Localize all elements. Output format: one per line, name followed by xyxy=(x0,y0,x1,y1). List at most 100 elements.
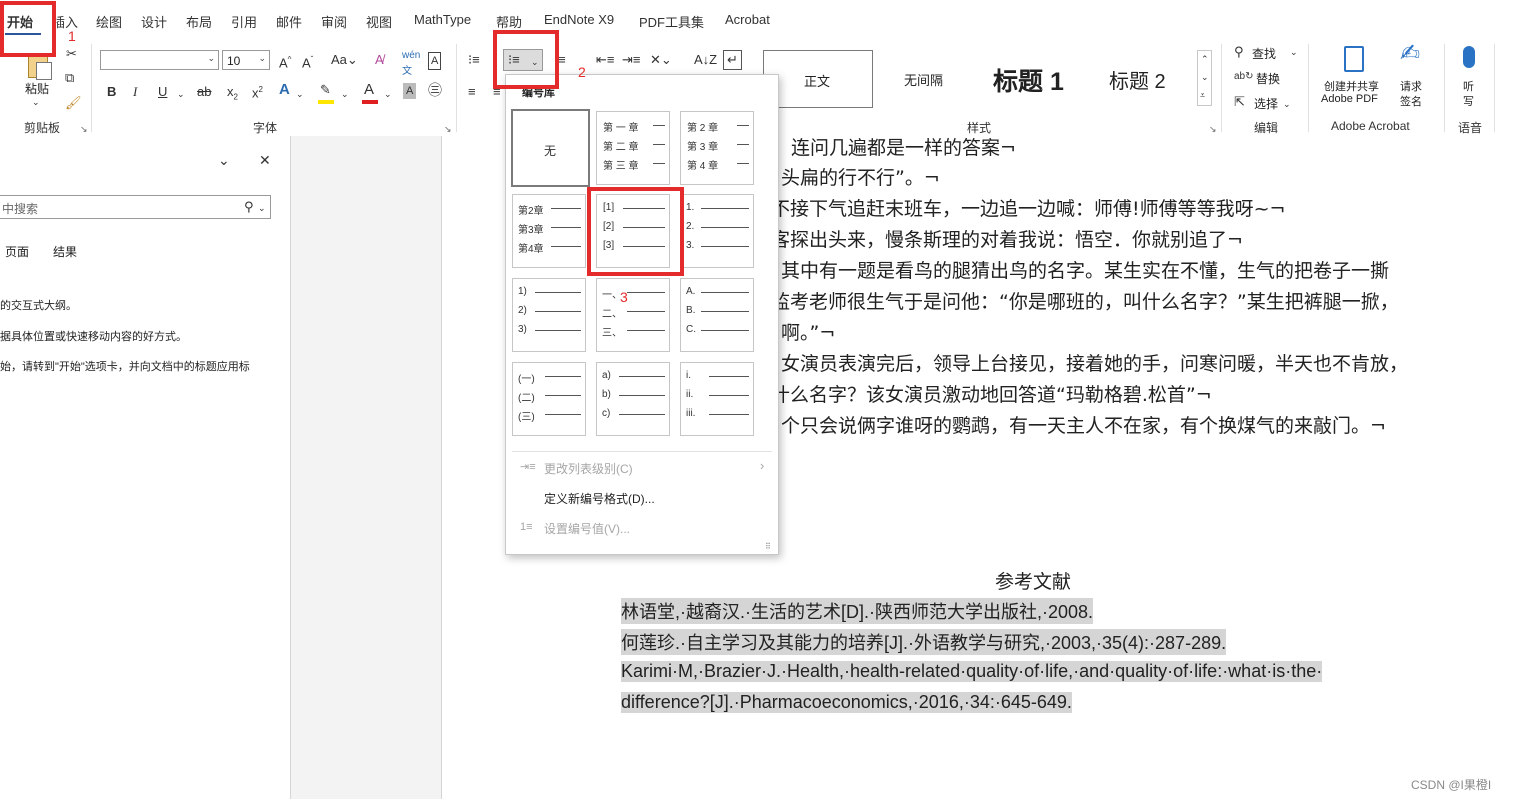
nav-search-box[interactable]: 中搜索 ⚲ ⌄ xyxy=(0,195,271,219)
enclose-characters-icon[interactable]: ㊂ xyxy=(428,82,442,98)
chevron-down-icon: ⌄ xyxy=(1290,47,1298,57)
grow-font-icon[interactable]: A^ xyxy=(279,52,291,71)
tab-design[interactable]: 设计 xyxy=(141,12,167,31)
chevron-down-icon[interactable]: ⌄ xyxy=(384,86,392,102)
numbering-none[interactable]: 无 xyxy=(511,109,590,187)
tab-mathtype[interactable]: MathType xyxy=(414,12,471,27)
replace-button[interactable]: ab↻ 替换 xyxy=(1234,69,1300,87)
numbering-paren-chinese[interactable]: (一) (二) (三) xyxy=(512,362,586,436)
style-heading-1[interactable]: 标题 1 xyxy=(981,50,1087,106)
set-value-icon: 1≡ xyxy=(520,521,533,533)
phonetic-guide-icon[interactable]: wén 文 xyxy=(402,48,420,80)
tab-view[interactable]: 视图 xyxy=(366,12,392,31)
format-painter-icon[interactable]: 🖌 xyxy=(65,95,82,111)
decrease-indent-icon[interactable]: ⇤≡ xyxy=(596,52,614,68)
style-no-spacing[interactable]: 无间隔 xyxy=(873,50,979,106)
strikethrough-icon[interactable]: ab xyxy=(197,84,211,100)
sort-icon[interactable]: A↓Z xyxy=(694,52,717,68)
menu-divider xyxy=(512,451,772,452)
numbering-lower-roman[interactable]: i. ii. iii. xyxy=(680,362,754,436)
text-effects-icon[interactable]: A xyxy=(279,82,290,98)
create-pdf-button[interactable]: 创建并共享 Adobe PDF xyxy=(1316,44,1392,114)
nav-tab-results[interactable]: 结果 xyxy=(53,243,77,260)
doc-paragraph: 监考老师很生气于是问他：“你是哪班的，叫什么名字？”某生把裤腿一掀， xyxy=(771,291,1399,313)
tab-help[interactable]: 帮助 xyxy=(496,12,522,31)
style-normal[interactable]: 正文 xyxy=(763,50,873,108)
numbering-chapter-arabic[interactable]: 第 2 章 第 3 章 第 4 章 xyxy=(680,111,754,185)
subscript-icon[interactable]: x2 xyxy=(227,84,238,106)
superscript-icon[interactable]: x2 xyxy=(252,82,263,101)
paste-chevron-icon[interactable]: ⌄ xyxy=(32,94,40,110)
nav-tab-pages[interactable]: 页面 xyxy=(5,243,29,260)
numbering-chapter-compact[interactable]: 第2章 第3章 第4章 xyxy=(512,194,586,268)
chevron-down-icon[interactable]: ⌄ xyxy=(1201,69,1209,85)
reference-entry: difference?[J].·Pharmacoeconomics,·2016,… xyxy=(621,692,1072,713)
request-signature-button[interactable]: ✍ 请求 签名 xyxy=(1394,42,1434,114)
references-heading: 参考文献 xyxy=(995,571,1072,593)
annotation-number-3: 3 xyxy=(620,289,628,305)
watermark: CSDN @I果橙I xyxy=(1411,778,1492,792)
tab-review[interactable]: 审阅 xyxy=(321,12,347,31)
numbering-chapter-chinese[interactable]: 第 一 章 第 二 章 第 三 章 xyxy=(596,111,670,185)
change-case-icon[interactable]: Aa⌄ xyxy=(331,52,358,68)
tab-acrobat[interactable]: Acrobat xyxy=(725,12,770,27)
font-launcher-icon[interactable]: ↘ xyxy=(444,124,452,135)
dictate-button[interactable]: 听 写 xyxy=(1454,44,1488,114)
chevron-up-icon[interactable]: ⌃ xyxy=(1201,51,1209,67)
annotation-number-2: 2 xyxy=(578,64,586,80)
numbering-chinese[interactable]: 一、 二、 三、 xyxy=(596,278,670,352)
character-shading-icon[interactable]: A xyxy=(403,83,417,99)
chevron-down-icon[interactable]: ⌄ xyxy=(218,152,230,168)
chevron-down-icon[interactable]: ⌄ xyxy=(177,86,185,102)
tab-endnote[interactable]: EndNote X9 xyxy=(544,12,614,27)
underline-icon[interactable]: U xyxy=(158,84,167,100)
bold-icon[interactable]: B xyxy=(107,84,116,100)
resize-grip-icon[interactable]: ⠿ xyxy=(765,539,771,555)
chevron-down-icon[interactable]: ⌄ xyxy=(296,86,304,102)
group-divider xyxy=(1221,44,1222,132)
find-button[interactable]: ⚲ 查找 ⌄ xyxy=(1234,44,1300,62)
close-icon[interactable]: ✕ xyxy=(259,152,271,168)
chinese-layout-icon[interactable]: ✕⌄ xyxy=(650,52,672,68)
change-list-level-item[interactable]: 更改列表级别(C) xyxy=(544,460,633,477)
set-numbering-value-item[interactable]: 设置编号值(V)... xyxy=(544,520,630,537)
tab-references[interactable]: 引用 xyxy=(231,12,257,31)
bullets-icon[interactable]: ⁝≡ xyxy=(468,52,480,68)
italic-icon[interactable]: I xyxy=(133,84,137,100)
numbering-upper-alpha[interactable]: A. B. C. xyxy=(680,278,754,352)
reference-entry: 林语堂,·越裔汉.·生活的艺术[D].·陕西师范大学出版社,·2008. xyxy=(621,598,1094,624)
tab-mailings[interactable]: 邮件 xyxy=(276,12,302,31)
styles-scroll[interactable]: ⌃ ⌄ ⩡ xyxy=(1197,50,1212,106)
tab-draw[interactable]: 绘图 xyxy=(96,12,122,31)
tab-layout[interactable]: 布局 xyxy=(186,12,212,31)
style-heading-2[interactable]: 标题 2 xyxy=(1089,50,1195,106)
highlight-icon[interactable]: ✎ xyxy=(320,82,331,98)
character-border-icon[interactable]: A xyxy=(428,52,442,70)
cut-icon[interactable]: ✂ xyxy=(66,46,77,62)
clipboard-launcher-icon[interactable]: ↘ xyxy=(80,124,88,135)
tab-pdf-tools[interactable]: PDF工具集 xyxy=(639,12,704,31)
numbering-paren[interactable]: 1) 2) 3) xyxy=(512,278,586,352)
align-left-icon[interactable]: ≡ xyxy=(468,84,476,100)
replace-icon: ab↻ xyxy=(1234,71,1254,82)
define-new-format-item[interactable]: 定义新编号格式(D)... xyxy=(544,490,655,507)
font-color-icon[interactable]: A xyxy=(364,82,374,98)
font-name-select[interactable]: ⌄ xyxy=(100,50,219,70)
nav-hint-line: 始，请转到"开始"选项卡，并向文档中的标题应用标 xyxy=(0,361,250,373)
clear-formatting-icon[interactable]: A̸ xyxy=(375,52,384,68)
select-button[interactable]: ⇱ 选择 ⌄ xyxy=(1234,94,1300,112)
chevron-down-icon[interactable]: ⌄ xyxy=(258,200,266,216)
increase-indent-icon[interactable]: ⇥≡ xyxy=(622,52,640,68)
annotation-box-2 xyxy=(493,30,559,89)
annotation-number-1: 1 xyxy=(68,28,76,44)
chevron-down-icon[interactable]: ⌄ xyxy=(341,86,349,102)
shrink-font-icon[interactable]: Aˇ xyxy=(302,52,313,71)
styles-launcher-icon[interactable]: ↘ xyxy=(1209,124,1217,135)
numbering-lower-alpha[interactable]: a) b) c) xyxy=(596,362,670,436)
search-icon[interactable]: ⚲ xyxy=(244,199,254,215)
styles-more-icon[interactable]: ⩡ xyxy=(1200,87,1205,103)
numbering-decimal[interactable]: 1. 2. 3. xyxy=(680,194,754,268)
font-size-select[interactable]: 10 ⌄ xyxy=(222,50,270,70)
show-marks-icon[interactable]: ↵ xyxy=(723,50,742,70)
copy-icon[interactable]: ⧉ xyxy=(65,70,74,86)
